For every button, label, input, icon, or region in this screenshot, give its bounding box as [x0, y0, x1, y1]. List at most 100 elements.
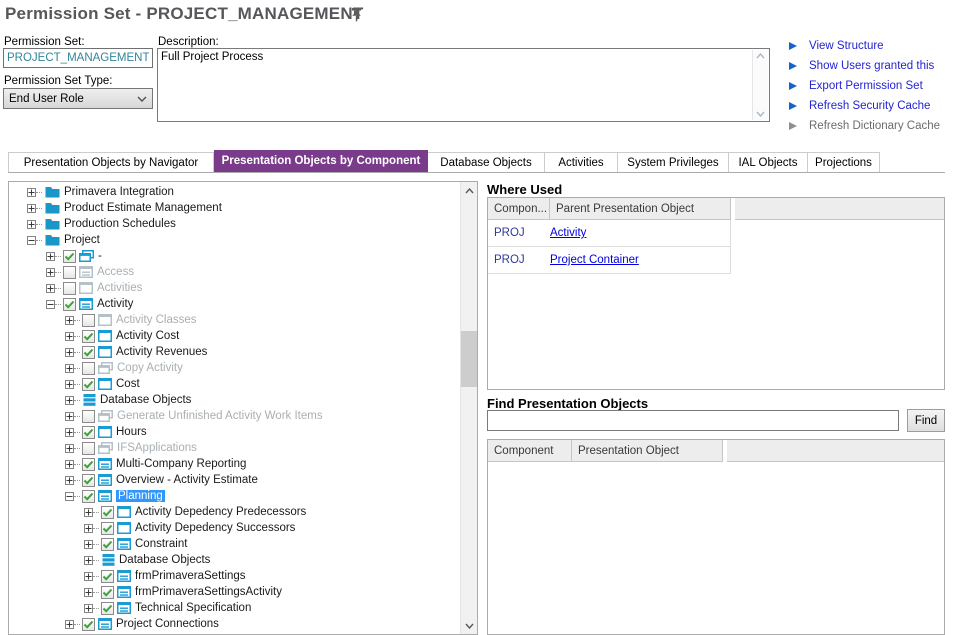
tree-item-label[interactable]: -	[98, 250, 102, 262]
action-link[interactable]: Show Users granted this	[787, 56, 940, 76]
tree-checkbox[interactable]	[82, 314, 95, 327]
action-link-label[interactable]: Show Users granted this	[809, 60, 934, 72]
scroll-up-icon[interactable]	[461, 182, 477, 199]
expand-toggle-icon[interactable]	[65, 348, 74, 357]
tree-item[interactable]: Activity Depedency Predecessors	[11, 504, 459, 520]
tree-checkbox[interactable]	[82, 474, 95, 487]
tree-item[interactable]: Product Estimate Management	[11, 200, 459, 216]
parent-object-link[interactable]: Project Container	[550, 254, 639, 266]
action-link-label[interactable]: Refresh Dictionary Cache	[809, 120, 940, 132]
pin-icon[interactable]	[350, 7, 363, 28]
tree-checkbox[interactable]	[101, 570, 114, 583]
find-button[interactable]: Find	[907, 409, 945, 432]
expand-toggle-icon[interactable]	[46, 300, 55, 309]
tree-checkbox[interactable]	[82, 346, 95, 359]
action-link-label[interactable]: Export Permission Set	[809, 80, 923, 92]
tree-checkbox[interactable]	[63, 250, 76, 263]
tree-checkbox[interactable]	[101, 522, 114, 535]
tree-item[interactable]: Database Objects	[11, 552, 459, 568]
tree-item[interactable]: Cost	[11, 376, 459, 392]
tree-checkbox[interactable]	[101, 506, 114, 519]
expand-toggle-icon[interactable]	[65, 316, 74, 325]
tab-presentation-objects-by-component[interactable]: Presentation Objects by Component	[214, 150, 428, 173]
description-textarea[interactable]: Full Project Process	[157, 48, 770, 122]
tab-database-objects[interactable]: Database Objects	[428, 152, 545, 173]
expand-toggle-icon[interactable]	[27, 220, 36, 229]
tree-item[interactable]: Access	[11, 264, 459, 280]
tree-item[interactable]: Hours	[11, 424, 459, 440]
tree-item-label[interactable]: Activities	[97, 282, 142, 294]
expand-toggle-icon[interactable]	[27, 204, 36, 213]
action-link[interactable]: View Structure	[787, 36, 940, 56]
tree-item[interactable]: Constraint	[11, 536, 459, 552]
action-link[interactable]: Refresh Dictionary Cache	[787, 116, 940, 136]
tree-checkbox[interactable]	[82, 330, 95, 343]
tab-presentation-objects-by-navigator[interactable]: Presentation Objects by Navigator	[8, 152, 214, 173]
tree-item[interactable]: Database Objects	[11, 392, 459, 408]
expand-toggle-icon[interactable]	[65, 460, 74, 469]
tree-scrollbar[interactable]	[460, 182, 477, 634]
tree-item-label[interactable]: frmPrimaveraSettings	[135, 570, 246, 582]
tree-item-label[interactable]: Generate Unfinished Activity Work Items	[117, 410, 323, 422]
tree-item[interactable]: Primavera Integration	[11, 184, 459, 200]
expand-toggle-icon[interactable]	[65, 492, 74, 501]
tree-item-label[interactable]: Technical Specification	[135, 602, 251, 614]
tree-checkbox[interactable]	[82, 458, 95, 471]
tree-item-label[interactable]: Access	[97, 266, 134, 278]
expand-toggle-icon[interactable]	[65, 396, 74, 405]
action-link-label[interactable]: View Structure	[809, 40, 884, 52]
tree-item[interactable]: Production Schedules	[11, 216, 459, 232]
permission-set-type-select[interactable]: End User Role	[3, 88, 153, 109]
tree-item[interactable]: Activity Classes	[11, 312, 459, 328]
tree-item[interactable]: Planning	[11, 488, 459, 504]
tree-item-label[interactable]: Activity Revenues	[116, 346, 207, 358]
tab-system-privileges[interactable]: System Privileges	[618, 152, 729, 173]
expand-toggle-icon[interactable]	[84, 524, 93, 533]
find-input[interactable]	[487, 410, 899, 431]
tree-item[interactable]: Activity Depedency Successors	[11, 520, 459, 536]
tree-item-label[interactable]: Project	[64, 234, 100, 246]
tree-item-label[interactable]: Activity	[97, 298, 133, 310]
expand-toggle-icon[interactable]	[46, 284, 55, 293]
tree-item-label[interactable]: Activity Depedency Predecessors	[135, 506, 306, 518]
tree-item[interactable]: Activity	[11, 296, 459, 312]
action-link[interactable]: Export Permission Set	[787, 76, 940, 96]
expand-toggle-icon[interactable]	[65, 364, 74, 373]
tree-item[interactable]: frmPrimaveraSettingsActivity	[11, 584, 459, 600]
tree-item-label[interactable]: frmPrimaveraSettingsActivity	[135, 586, 282, 598]
expand-toggle-icon[interactable]	[46, 268, 55, 277]
tree-item-label[interactable]: Product Estimate Management	[64, 202, 222, 214]
expand-toggle-icon[interactable]	[27, 236, 36, 245]
tree-item[interactable]: Activities	[11, 280, 459, 296]
tree-item-label[interactable]: Constraint	[135, 538, 187, 550]
tree-item-label[interactable]: Database Objects	[100, 394, 191, 406]
expand-toggle-icon[interactable]	[65, 476, 74, 485]
tree-item-label[interactable]: IFSApplications	[117, 442, 197, 454]
permission-set-input[interactable]	[3, 48, 153, 68]
expand-toggle-icon[interactable]	[84, 604, 93, 613]
tree-item-label[interactable]: Cost	[116, 378, 140, 390]
tree-item-label[interactable]: Planning	[116, 490, 165, 502]
table-row[interactable]: PROJActivity	[488, 220, 731, 247]
expand-toggle-icon[interactable]	[84, 556, 93, 565]
tree-item-label[interactable]: Activity Cost	[116, 330, 179, 342]
parent-object-link[interactable]: Activity	[550, 227, 586, 239]
tree-checkbox[interactable]	[63, 266, 76, 279]
expand-toggle-icon[interactable]	[65, 620, 74, 629]
expand-toggle-icon[interactable]	[84, 572, 93, 581]
tree-checkbox[interactable]	[101, 602, 114, 615]
tree-item-label[interactable]: Database Objects	[119, 554, 210, 566]
tree-item-label[interactable]: Copy Activity	[117, 362, 183, 374]
tree-item-label[interactable]: Activity Depedency Successors	[135, 522, 295, 534]
expand-toggle-icon[interactable]	[65, 332, 74, 341]
action-link[interactable]: Refresh Security Cache	[787, 96, 940, 116]
expand-toggle-icon[interactable]	[65, 444, 74, 453]
tab-ial-objects[interactable]: IAL Objects	[729, 152, 808, 173]
tree-checkbox[interactable]	[82, 490, 95, 503]
tab-projections[interactable]: Projections	[808, 152, 880, 173]
tree-item[interactable]: Overview - Activity Estimate	[11, 472, 459, 488]
expand-toggle-icon[interactable]	[46, 252, 55, 261]
tree-item-label[interactable]: Production Schedules	[64, 218, 176, 230]
tree-item[interactable]: Activity Revenues	[11, 344, 459, 360]
tree-item[interactable]	[11, 632, 459, 634]
